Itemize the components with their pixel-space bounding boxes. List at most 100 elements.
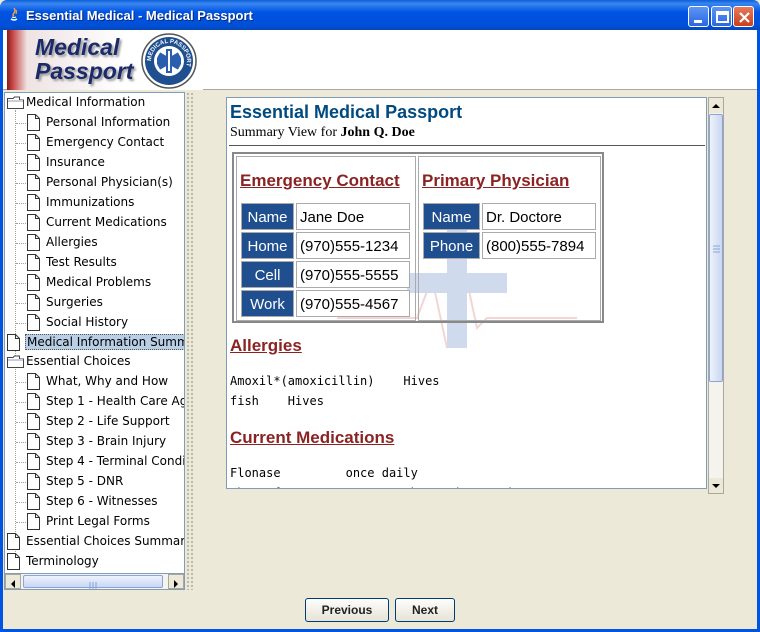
tree-item-medical-information[interactable]: Medical Information [5,93,184,113]
tree-item-personal-physician-s[interactable]: Personal Physician(s) [5,173,184,193]
tree-item-immunizations[interactable]: Immunizations [5,193,184,213]
title-divider [229,145,705,146]
tree-item-step-5-dnr[interactable]: Step 5 - DNR [5,472,184,492]
title-bar[interactable]: Essential Medical - Medical Passport [0,0,760,30]
tree-connector-line [16,462,26,463]
document-icon [27,154,40,171]
arrow-left-icon [11,580,15,588]
document-icon [27,134,40,151]
tree-item-medical-problems[interactable]: Medical Problems [5,273,184,293]
tree-item-insurance[interactable]: Insurance [5,153,184,173]
scroll-thumb[interactable] [23,575,163,589]
tree-item-what-why-and-how[interactable]: What, Why and How [5,372,184,392]
primary-physician-card: Primary Physician Name Dr. Doctore Phone (8… [418,156,601,321]
tree-item-step-2-life-support[interactable]: Step 2 - Life Support [5,412,184,432]
panel-splitter[interactable] [186,92,194,590]
tree-horizontal-scrollbar[interactable] [4,573,185,590]
tree-item-current-medications[interactable]: Current Medications [5,213,184,233]
document-icon [7,533,20,550]
tree-item-step-6-witnesses[interactable]: Step 6 - Witnesses [5,492,184,512]
tree-connector-line [16,263,26,264]
tree-item-medical-information-summar[interactable]: Medical Information Summar [5,333,184,353]
row-key: Name [423,203,480,230]
tree-item-label: Current Medications [46,215,167,229]
tree-item-essential-choices[interactable]: Essential Choices [5,352,184,372]
row-key: Phone [423,232,480,259]
arrow-down-icon [712,484,720,488]
content-scroll-thumb[interactable] [709,114,723,382]
summary-title: Essential Medical Passport [230,102,463,122]
document-icon [27,174,40,191]
tree-item-print-legal-forms[interactable]: Print Legal Forms [5,512,184,532]
tree-connector-line [16,422,26,423]
medical-seal-icon: MEDICAL PASSPORT [141,33,197,89]
tree-connector-line [16,522,26,523]
allergies-heading: Allergies [230,336,302,355]
next-button[interactable]: Next [395,598,455,622]
emergency-contact-card: Emergency Contact Name Jane Doe Home (970)5… [236,156,416,321]
tree-item-step-3-brain-injury[interactable]: Step 3 - Brain Injury [5,432,184,452]
tree-item-terminology[interactable]: Terminology [5,552,184,572]
document-icon [27,254,40,271]
tree-item-label: Medical Problems [46,275,152,289]
summary-subtitle: Summary View for John Q. Doe [230,125,415,141]
header-banner: Medical Passport MEDICAL PASSPORT [3,30,757,90]
tree-item-personal-information[interactable]: Personal Information [5,113,184,133]
tree-connector-line [16,183,26,184]
row-value: (970)555-5555 [296,261,410,288]
minimize-button[interactable] [688,6,709,27]
medical-passport-logo: Medical Passport MEDICAL PASSPORT [7,30,205,90]
scroll-right-button[interactable] [168,574,184,589]
scroll-up-button[interactable] [709,98,723,113]
previous-button[interactable]: Previous [305,598,389,622]
row-key: Home [241,232,294,259]
row-value: (800)555-7894 [482,232,596,259]
tree-item-test-results[interactable]: Test Results [5,253,184,273]
tree-connector-line [16,482,26,483]
text-line: Ibuprofen 500 mg three times a day [230,486,526,488]
tree-item-allergies[interactable]: Allergies [5,233,184,253]
contact-table: Emergency Contact Name Jane Doe Home (970)5… [232,152,604,323]
content-vertical-scrollbar[interactable] [708,97,724,494]
row-value: (970)555-4567 [296,290,410,317]
tree-item-step-1-health-care-ager[interactable]: Step 1 - Health Care Ager [5,392,184,412]
row-value: Jane Doe [296,203,410,230]
text-line: Amoxil*(amoxicillin) Hives [230,374,440,388]
tree-item-social-history[interactable]: Social History [5,313,184,333]
tree-item-surgeries[interactable]: Surgeries [5,293,184,313]
tree-item-label: Medical Information Summar [25,334,184,350]
patient-name: John Q. Doe [340,125,415,140]
document-icon [27,234,40,251]
tree-item-label: What, Why and How [46,374,169,388]
tree-item-label: Essential Choices [26,354,131,368]
scroll-left-button[interactable] [5,574,21,589]
document-icon [27,214,40,231]
tree-connector-line [16,283,26,284]
folder-open-icon [7,96,24,109]
maximize-icon [716,11,729,23]
document-icon [27,513,40,530]
close-icon [739,12,750,23]
tree-item-label: Terminology [26,554,99,568]
tree-connector-line [16,143,26,144]
tree-connector-line [16,203,26,204]
tree-connector-line [16,402,26,403]
tree-connector-line [16,303,26,304]
folder-open-icon [7,355,24,368]
tree-item-label: Step 4 - Terminal Conditi [46,454,185,468]
maximize-button[interactable] [711,6,732,27]
tree-item-label: Medical Information [26,95,146,109]
tree-connector-line [16,323,26,324]
tree-item-step-4-terminal-conditi[interactable]: Step 4 - Terminal Conditi [5,452,185,472]
scroll-down-button[interactable] [709,478,723,493]
tree-item-emergency-contact[interactable]: Emergency Contact [5,133,184,153]
close-button[interactable] [733,6,754,27]
tree-item-label: Step 6 - Witnesses [46,494,158,508]
logo-text-line2: Passport [35,58,134,84]
java-app-icon [10,7,18,21]
navigation-tree[interactable]: Medical Information Personal Information E… [4,92,185,590]
summary-document: Essential Medical Passport Summary View … [226,97,707,489]
tree-item-label: Step 2 - Life Support [46,414,170,428]
tree-item-essential-choices-summary[interactable]: Essential Choices Summary [5,532,184,552]
document-icon [7,553,20,570]
